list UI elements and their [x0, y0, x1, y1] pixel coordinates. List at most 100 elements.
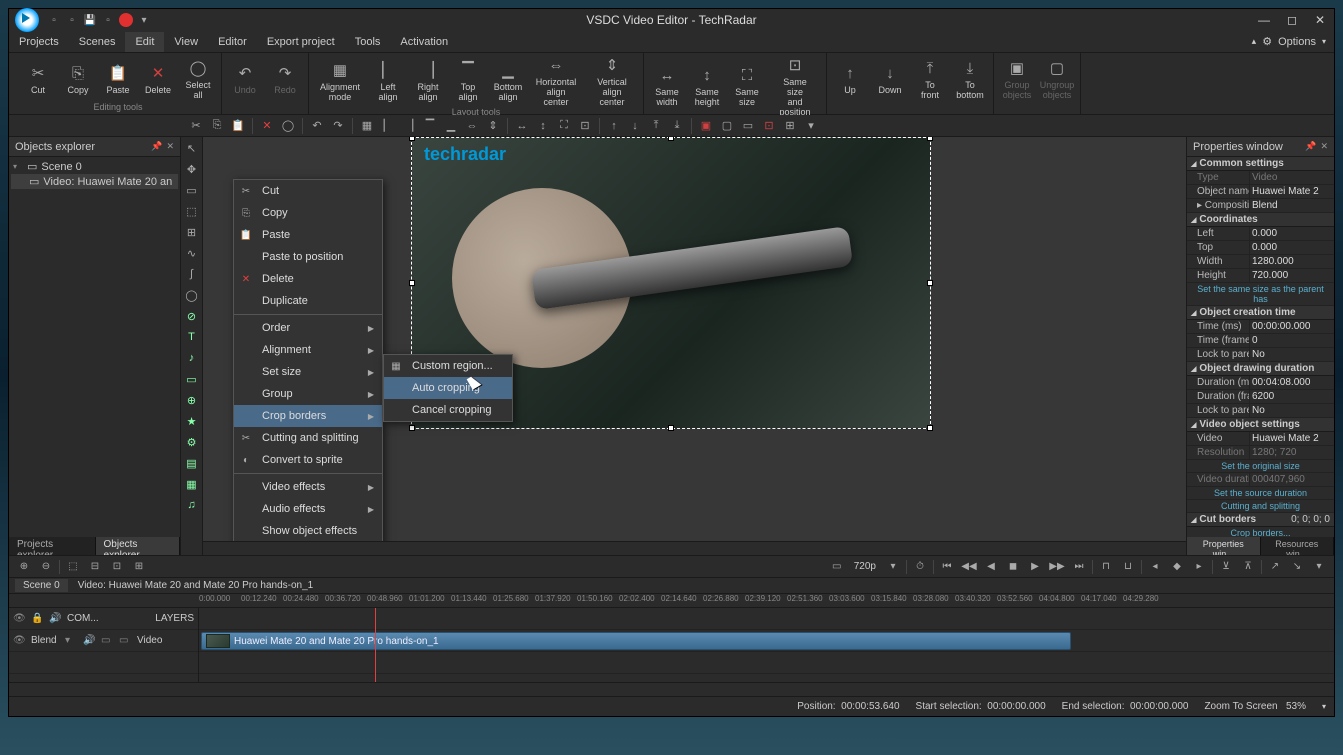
tab-resources-window[interactable]: Resources win...: [1261, 537, 1335, 555]
tl-ex3-icon[interactable]: ↗: [1266, 559, 1284, 575]
prop-link-set-the-original-size[interactable]: Set the original size: [1187, 460, 1334, 473]
ts-grp1-icon[interactable]: ▣: [697, 117, 715, 135]
ribbon-same-size-button[interactable]: ⛶Samesize: [728, 55, 766, 117]
toolbox-tool-2[interactable]: ▭: [183, 181, 201, 199]
prop-row-top[interactable]: Top0.000: [1187, 241, 1334, 255]
menu-editor[interactable]: Editor: [208, 32, 257, 52]
prop-section-object-creation-time[interactable]: ◢Object creation time: [1187, 306, 1334, 320]
tab-projects-explorer[interactable]: Projects explorer: [9, 537, 96, 555]
toolbox-tool-5[interactable]: ∿: [183, 244, 201, 262]
tl-res-dd-icon[interactable]: ▾: [884, 559, 902, 575]
toolbox-tool-16[interactable]: ▦: [183, 475, 201, 493]
prop-section-video-object-settings[interactable]: ◢Video object settings: [1187, 418, 1334, 432]
ctx-sub-custom-region-[interactable]: ▦Custom region...: [384, 355, 512, 377]
ts-same2-icon[interactable]: ↕: [534, 117, 552, 135]
ts-align6-icon[interactable]: ⇔: [463, 117, 481, 135]
menu-view[interactable]: View: [164, 32, 208, 52]
track-header-blend[interactable]: 👁 Blend ▾ 🔊 ▭ ▭ Video: [9, 630, 198, 652]
toolbox-tool-4[interactable]: ⊞: [183, 223, 201, 241]
ts-order2-icon[interactable]: ↓: [626, 117, 644, 135]
ts-extra2-icon[interactable]: ⊡: [760, 117, 778, 135]
tl-mark1-icon[interactable]: ◂: [1146, 559, 1164, 575]
ctx-delete[interactable]: ✕Delete: [234, 268, 382, 290]
tl-clock-icon[interactable]: ⏱: [911, 559, 929, 575]
prop-link-cutting-and-splitting[interactable]: Cutting and splitting: [1187, 500, 1334, 513]
ts-paste-icon[interactable]: 📋: [229, 117, 247, 135]
tl-play-icon[interactable]: ▶: [1026, 559, 1044, 575]
toolbox-tool-12[interactable]: ⊕: [183, 391, 201, 409]
timeline-resolution[interactable]: 720p: [850, 561, 880, 572]
prop-row-type[interactable]: TypeVideo: [1187, 171, 1334, 185]
ctx-set-size[interactable]: Set size▶: [234, 361, 382, 383]
ribbon-horizontal-align-center-button[interactable]: ⇔Horizontalaligncenter: [529, 55, 583, 107]
ts-delete-icon[interactable]: ✕: [258, 117, 276, 135]
quick-access-toolbar[interactable]: ▫ ▫ 💾 ▫ ▾: [47, 13, 151, 27]
ribbon-to-front-button[interactable]: ⤒Tofront: [911, 55, 949, 102]
tl-stop-icon[interactable]: ◼: [1004, 559, 1022, 575]
ts-same3-icon[interactable]: ⛶: [555, 117, 573, 135]
qat-dropdown-icon[interactable]: ▾: [137, 13, 151, 27]
ctx-sub-cancel-cropping[interactable]: Cancel cropping: [384, 399, 512, 421]
tl-next-icon[interactable]: ▶▶: [1048, 559, 1066, 575]
tl-b2-icon[interactable]: ⊟: [86, 559, 104, 575]
prop-row-lock-to-paren[interactable]: Lock to parenNo: [1187, 348, 1334, 362]
ts-same4-icon[interactable]: ⊡: [576, 117, 594, 135]
ctx-copy[interactable]: ⎘Copy: [234, 202, 382, 224]
ts-cut-icon[interactable]: ✂: [187, 117, 205, 135]
ribbon-same-height-button[interactable]: ↕Sameheight: [688, 55, 726, 117]
ts-extra1-icon[interactable]: ▭: [739, 117, 757, 135]
ctx-show-object-effects[interactable]: Show object effects: [234, 520, 382, 541]
prop-row-duration-ms[interactable]: Duration (ms00:04:08.000: [1187, 376, 1334, 390]
qat-new-icon[interactable]: ▫: [47, 13, 61, 27]
lock-icon[interactable]: 🔒: [31, 613, 45, 624]
ts-align7-icon[interactable]: ⇕: [484, 117, 502, 135]
status-dropdown-icon[interactable]: ▾: [1322, 702, 1326, 711]
record-icon[interactable]: [119, 13, 133, 27]
menu-edit[interactable]: Edit: [125, 32, 164, 52]
prop-link-crop-borders-[interactable]: Crop borders...: [1187, 527, 1334, 537]
tl-back-icon[interactable]: ◀: [982, 559, 1000, 575]
ctx-crop-borders[interactable]: Crop borders▶: [234, 405, 382, 427]
prop-link-set-the-source-duration[interactable]: Set the source duration: [1187, 487, 1334, 500]
ctx-alignment[interactable]: Alignment▶: [234, 339, 382, 361]
tree-scene-row[interactable]: ▾▭ Scene 0: [11, 159, 178, 174]
close-button[interactable]: ✕: [1310, 12, 1330, 28]
ribbon-select-all-button[interactable]: ◯Selectall: [179, 55, 217, 102]
prop-row-composition-m[interactable]: ▸ Composition mBlend: [1187, 199, 1334, 213]
menu-export[interactable]: Export project: [257, 32, 345, 52]
tl-zoom-out-icon[interactable]: ⊖: [37, 559, 55, 575]
ts-align2-icon[interactable]: ▏: [379, 117, 397, 135]
ts-extra3-icon[interactable]: ⊞: [781, 117, 799, 135]
canvas[interactable]: techradar ✂Cut⎘Copy📋PastePaste to positi…: [203, 137, 1186, 541]
ctx-convert-to-sprite[interactable]: ◐Convert to sprite: [234, 449, 382, 471]
qat-save-icon[interactable]: 💾: [83, 13, 97, 27]
audio-icon[interactable]: 🔊: [49, 613, 63, 624]
toolbox-tool-10[interactable]: ♪: [183, 349, 201, 367]
video-clip[interactable]: Huawei Mate 20 and Mate 20 Pro hands-on_…: [201, 632, 1071, 650]
toolbox-tool-15[interactable]: ▤: [183, 454, 201, 472]
ctx-sub-auto-cropping[interactable]: Auto cropping: [384, 377, 512, 399]
ts-select-icon[interactable]: ◯: [279, 117, 297, 135]
ribbon-cut-button[interactable]: ✂Cut: [19, 55, 57, 102]
ts-order4-icon[interactable]: ⤓: [668, 117, 686, 135]
eye-icon[interactable]: 👁: [13, 613, 27, 624]
tree-video-row[interactable]: ▭ Video: Huawei Mate 20 an: [11, 174, 178, 189]
ribbon-down-button[interactable]: ↓Down: [871, 55, 909, 102]
ctx-audio-effects[interactable]: Audio effects▶: [234, 498, 382, 520]
menu-tools[interactable]: Tools: [345, 32, 391, 52]
tl-b1-icon[interactable]: ⬚: [64, 559, 82, 575]
ctx-paste-to-position[interactable]: Paste to position: [234, 246, 382, 268]
timeline-scrollbar-h[interactable]: [9, 682, 1334, 696]
prop-row-left[interactable]: Left0.000: [1187, 227, 1334, 241]
ribbon-to-bottom-button[interactable]: ⤓Tobottom: [951, 55, 989, 102]
panel-close-icon[interactable]: ✕: [166, 141, 174, 152]
toolbox-tool-13[interactable]: ★: [183, 412, 201, 430]
toolbox-tool-14[interactable]: ⚙: [183, 433, 201, 451]
toolbox-tool-0[interactable]: ↖: [183, 139, 201, 157]
toolbox-tool-6[interactable]: ∫: [183, 265, 201, 283]
ribbon-right-align-button[interactable]: ▕Rightalign: [409, 55, 447, 107]
prop-row-width[interactable]: Width1280.000: [1187, 255, 1334, 269]
context-menu[interactable]: ✂Cut⎘Copy📋PastePaste to position✕DeleteD…: [233, 179, 383, 541]
prop-row-time-ms-[interactable]: Time (ms)00:00:00.000: [1187, 320, 1334, 334]
qat-saveall-icon[interactable]: ▫: [101, 13, 115, 27]
